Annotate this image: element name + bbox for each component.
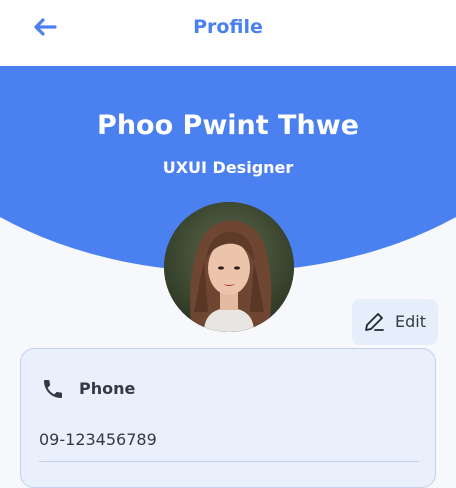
- profile-name: Phoo Pwint Thwe: [97, 110, 359, 141]
- page-title: Profile: [193, 16, 263, 38]
- profile-photo: [164, 202, 294, 332]
- profile-role: UXUI Designer: [162, 158, 294, 177]
- phone-header: Phone: [41, 377, 135, 401]
- top-bar: Profile: [0, 0, 456, 66]
- edit-button[interactable]: Edit: [352, 299, 438, 345]
- pencil-icon: [362, 310, 386, 334]
- phone-value: 09-123456789: [39, 430, 157, 449]
- contact-card: Phone 09-123456789: [20, 348, 436, 488]
- field-divider: [39, 461, 419, 462]
- edit-label: Edit: [395, 312, 426, 331]
- phone-icon: [41, 377, 65, 401]
- avatar[interactable]: [164, 202, 294, 332]
- phone-label: Phone: [79, 379, 136, 398]
